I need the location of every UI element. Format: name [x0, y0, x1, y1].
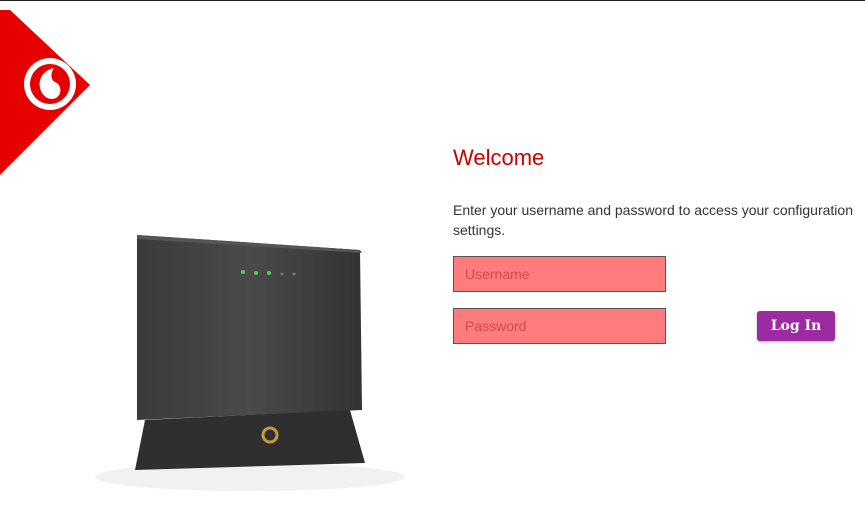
top-border [0, 0, 865, 1]
login-button[interactable]: Log In [757, 311, 835, 341]
password-input[interactable] [453, 308, 666, 344]
welcome-heading: Welcome [453, 145, 545, 170]
username-input[interactable] [453, 256, 666, 292]
login-instructions: Enter your username and password to acce… [453, 202, 853, 238]
vodafone-logo-icon [0, 10, 90, 175]
router-image [95, 235, 405, 491]
